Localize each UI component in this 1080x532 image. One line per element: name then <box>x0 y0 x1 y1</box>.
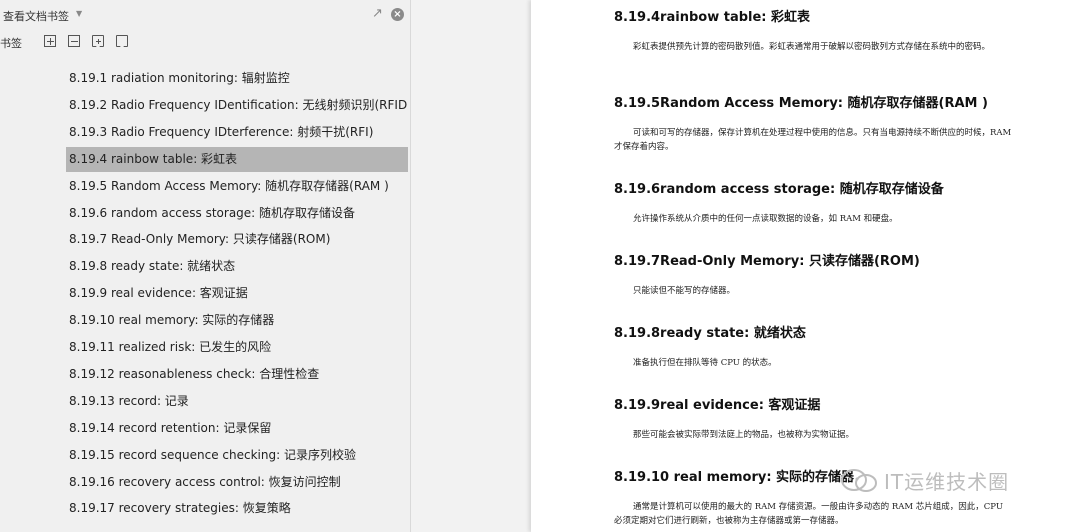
document-section: 8.19.8ready state: 就绪状态准备执行但在排队等待 CPU 的状… <box>614 322 1034 368</box>
document-section: 8.19.5Random Access Memory: 随机存取存储器(RAM … <box>614 92 1034 152</box>
document-section: 8.19.6random access storage: 随机存取存储设备允许操… <box>614 178 1034 224</box>
bookmark-item[interactable]: 8.19.1 radiation monitoring: 辐射监控 <box>66 66 408 91</box>
section-heading: 8.19.5Random Access Memory: 随机存取存储器(RAM … <box>614 96 988 111</box>
section-body: 允许操作系统从介质中的任何一点读取数据的设备，如 RAM 和硬盘。 <box>633 214 898 224</box>
bookmark-label: 书签 <box>0 37 22 50</box>
page-gap <box>411 0 531 532</box>
document-section: 8.19.4rainbow table: 彩虹表彩虹表提供预先计算的密码散列值。… <box>614 6 1034 52</box>
bookmark-item[interactable]: 8.19.2 Radio Frequency IDentification: 无… <box>66 93 408 118</box>
bookmark-item[interactable]: 8.19.5 Random Access Memory: 随机存取存储器(RAM… <box>66 174 408 199</box>
section-body: 通常是计算机可以使用的最大的 RAM 存储资源。一般由许多动态的 RAM 芯片组… <box>614 502 1004 526</box>
bookmark-item[interactable]: 8.19.12 reasonableness check: 合理性检查 <box>66 362 408 387</box>
document-section: 8.19.7Read-Only Memory: 只读存储器(ROM) 只能读但不能… <box>614 250 1034 296</box>
section-body: 准备执行但在排队等待 CPU 的状态。 <box>633 358 777 368</box>
bookmark-item[interactable]: 8.19.14 record retention: 记录保留 <box>66 416 408 441</box>
section-heading: 8.19.4rainbow table: 彩虹表 <box>614 10 811 25</box>
bookmark-item[interactable]: 8.19.17 recovery strategies: 恢复策略 <box>66 496 408 521</box>
section-body: 可读和可写的存储器，保存计算机在处理过程中使用的信息。只有当电源持续不断供应的时… <box>614 128 1012 152</box>
collapse-all-icon[interactable] <box>68 35 80 47</box>
section-heading: 8.19.8ready state: 就绪状态 <box>614 326 806 341</box>
section-heading: 8.19.7Read-Only Memory: 只读存储器(ROM) <box>614 254 920 269</box>
sidebar-title: 查看文档书签 <box>3 10 69 23</box>
section-body: 只能读但不能写的存储器。 <box>633 286 736 296</box>
bookmark-item[interactable]: 8.19.16 recovery access control: 恢复访问控制 <box>66 470 408 495</box>
bookmark-item[interactable]: 8.19.3 Radio Frequency IDterference: 射频干… <box>66 120 408 145</box>
section-body: 那些可能会被实际带到法庭上的物品，也被称为实物证据。 <box>633 430 855 440</box>
bookmark-item[interactable]: 8.19.6 random access storage: 随机存取存储设备 <box>66 201 408 226</box>
expand-icon[interactable]: ↗ <box>372 6 383 21</box>
document-section: 8.19.9real evidence: 客观证据那些可能会被实际带到法庭上的物… <box>614 394 1034 440</box>
bookmark-item[interactable]: 8.19.11 realized risk: 已发生的风险 <box>66 335 408 360</box>
bookmark-icon[interactable] <box>116 35 128 47</box>
section-body: 彩虹表提供预先计算的密码散列值。彩虹表通常用于破解以密码散列方式存储在系统中的密… <box>633 42 991 52</box>
section-heading: 8.19.6random access storage: 随机存取存储设备 <box>614 182 944 197</box>
bookmark-item[interactable]: 8.19.10 real memory: 实际的存储器 <box>66 308 408 333</box>
bookmark-sidebar: 查看文档书签 ▼ ↗ × 书签 8.19.1 radiation monitor… <box>0 0 411 532</box>
add-bookmark-icon[interactable] <box>92 35 104 47</box>
section-heading: 8.19.9real evidence: 客观证据 <box>614 398 821 413</box>
document-page: 8.19.4rainbow table: 彩虹表彩虹表提供预先计算的密码散列值。… <box>531 0 1080 532</box>
bookmark-item[interactable]: 8.19.8 ready state: 就绪状态 <box>66 254 408 279</box>
chat-bubble-icon <box>841 468 877 492</box>
bookmark-item[interactable]: 8.19.13 record: 记录 <box>66 389 408 414</box>
watermark: IT运维技术圈 <box>840 466 1009 495</box>
watermark-text: IT运维技术圈 <box>884 470 1010 494</box>
bookmark-item[interactable]: 8.19.9 real evidence: 客观证据 <box>66 281 408 306</box>
expand-all-icon[interactable] <box>44 35 56 47</box>
bookmark-item[interactable]: 8.19.7 Read-Only Memory: 只读存储器(ROM) <box>66 227 408 252</box>
bookmark-item[interactable]: 8.19.4 rainbow table: 彩虹表 <box>66 146 408 172</box>
bookmark-item[interactable]: 8.19.15 record sequence checking: 记录序列校验 <box>66 443 408 468</box>
close-icon[interactable]: × <box>391 8 404 21</box>
dropdown-caret-icon[interactable]: ▼ <box>76 9 82 18</box>
